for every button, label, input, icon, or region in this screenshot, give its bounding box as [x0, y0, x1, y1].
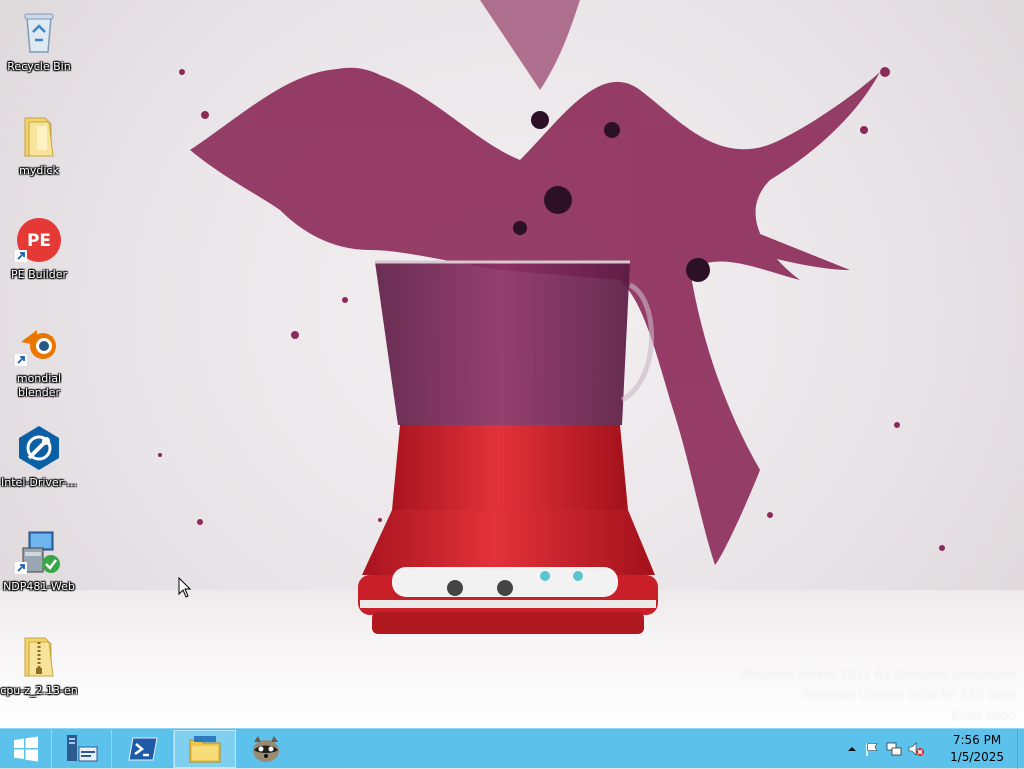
chevron-up-icon[interactable] [844, 741, 860, 757]
desktop-icon-mondial-blender[interactable]: mondial blender [0, 320, 78, 400]
desktop-icon-label: Recycle Bin [7, 60, 71, 73]
desktop[interactable]: Recycle Bin mydick PE PE Builder mondial… [0, 0, 1024, 728]
desktop-icon-intel-driver[interactable]: Intel-Driver-... [0, 424, 78, 490]
desktop-icon-label: mondial blender [16, 372, 62, 399]
show-desktop-button[interactable] [1017, 729, 1024, 769]
pe-builder-icon: PE [15, 218, 61, 262]
desktop-icon-recycle-bin[interactable]: Recycle Bin [0, 8, 78, 74]
desktop-icon-label: mydick [19, 164, 59, 177]
installer-icon [15, 531, 60, 574]
wallpaper-blender-image [158, 0, 945, 634]
watermark-line-build: Build 9600 [951, 709, 1016, 723]
start-button[interactable] [0, 730, 52, 768]
mouse-cursor [178, 577, 192, 598]
clock-date: 1/5/2025 [950, 750, 1004, 764]
system-tray: 7:56 PM 1/5/2025 [844, 729, 1024, 769]
desktop-icon-ndp481-web[interactable]: NDP481-Web [0, 528, 78, 594]
taskbar-powershell-button[interactable] [112, 730, 174, 768]
watermark-line-license: Windows License valid for 180 days [801, 688, 1016, 702]
svg-text:PE: PE [27, 231, 51, 251]
file-explorer-icon [189, 736, 221, 763]
taskbar: 7:56 PM 1/5/2025 [0, 728, 1024, 769]
desktop-icon-label: cpu-z_2.13-en [0, 684, 78, 697]
os-watermark: Windows Server 2012 R2 Standard Evaluati… [740, 664, 1016, 727]
flag-icon[interactable] [864, 741, 880, 757]
raccoon-icon [253, 736, 279, 762]
taskbar-raccoon-app-button[interactable] [236, 730, 296, 768]
taskbar-server-manager-button[interactable] [52, 730, 112, 768]
desktop-icon-mydick[interactable]: mydick [0, 112, 78, 178]
clock-time: 7:56 PM [952, 733, 1002, 747]
taskbar-clock[interactable]: 7:56 PM 1/5/2025 [950, 732, 1004, 766]
desktop-icon-label: PE Builder [11, 268, 67, 281]
folder-icon [24, 117, 54, 157]
volume-muted-icon[interactable] [908, 741, 924, 757]
recycle-bin-icon [24, 13, 54, 53]
windows-logo-icon [13, 736, 38, 762]
desktop-icon-label: NDP481-Web [3, 580, 75, 593]
desktop-icon-label: Intel-Driver-... [1, 476, 77, 489]
intel-driver-icon [19, 426, 59, 470]
powershell-icon [127, 737, 158, 761]
watermark-line-edition: Windows Server 2012 R2 Standard Evaluati… [739, 667, 1016, 681]
server-manager-icon [66, 735, 97, 762]
zip-folder-icon [24, 637, 54, 677]
network-icon[interactable] [886, 741, 902, 757]
blender-icon [15, 330, 56, 366]
desktop-icon-pe-builder[interactable]: PE PE Builder [0, 216, 78, 282]
desktop-icon-cpu-z[interactable]: cpu-z_2.13-en [0, 632, 78, 698]
taskbar-file-explorer-button[interactable] [174, 730, 236, 768]
